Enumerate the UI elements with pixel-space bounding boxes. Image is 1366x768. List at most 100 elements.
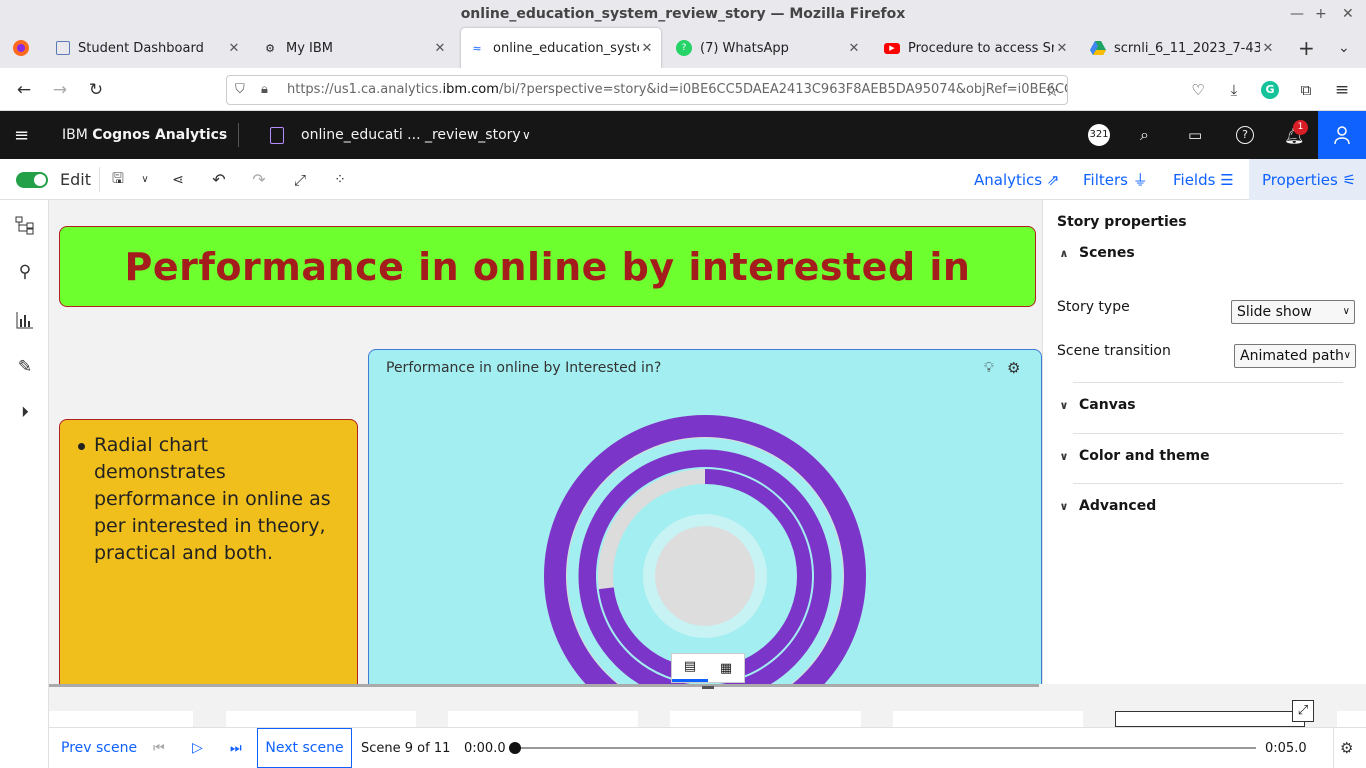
properties-panel: Story properties ∧ Scenes Story type Slid…	[1042, 200, 1366, 684]
story-canvas[interactable]: Performance in online by interested in R…	[49, 200, 1042, 684]
timeline-track[interactable]	[515, 747, 1256, 749]
close-window-icon[interactable]: ✕	[1342, 0, 1354, 28]
list-tabs-icon[interactable]: ⌄	[1330, 28, 1360, 68]
lock-icon[interactable]: 🔒︎	[261, 76, 268, 104]
next-scene-button[interactable]: Next scene	[257, 728, 352, 768]
timeline-scrubber[interactable]	[509, 742, 521, 754]
properties-button[interactable]: Properties ⚟	[1249, 159, 1366, 200]
tab-online-education[interactable]: ≈ online_education_system_r ✕	[461, 28, 661, 68]
chart-view-icon[interactable]: ▤	[672, 654, 708, 682]
new-tab-icon[interactable]: +	[1290, 28, 1320, 68]
resize-handle[interactable]	[702, 686, 714, 689]
tab-procedure[interactable]: ▶ Procedure to access Smart ✕	[876, 28, 1076, 68]
close-tab-icon[interactable]: ✕	[1260, 41, 1276, 56]
chevron-down-icon[interactable]: ∨	[522, 111, 531, 159]
user-count-badge[interactable]: 321	[1088, 111, 1110, 159]
tab-my-ibm[interactable]: ⚙ My IBM ✕	[254, 28, 454, 68]
close-tab-icon[interactable]: ✕	[846, 41, 862, 56]
notification-bell-icon[interactable]: 🔔︎	[1284, 111, 1304, 159]
filters-button[interactable]: Filters ⏚	[1083, 159, 1148, 200]
table-view-icon[interactable]: ▦	[708, 654, 744, 682]
grammarly-icon[interactable]: G	[1258, 78, 1282, 102]
scene-transition-value: Animated path	[1240, 348, 1344, 364]
scene-transition-label: Scene transition	[1057, 343, 1171, 359]
color-theme-section-header[interactable]: ∨ Color and theme	[1057, 448, 1210, 464]
reload-icon[interactable]: ↻	[84, 78, 108, 102]
media-icon[interactable]: ⏵	[12, 399, 38, 425]
chat-icon[interactable]: ▭	[1188, 111, 1202, 159]
google-drive-icon	[1090, 40, 1106, 56]
scene-thumbnail[interactable]	[226, 711, 416, 727]
url-bar[interactable]: ⛉ 🔒︎ https://us1.ca.analytics.ibm.com/bi…	[226, 75, 1068, 105]
close-tab-icon[interactable]: ✕	[1054, 41, 1070, 56]
divider	[1073, 382, 1343, 383]
scene-timeline-strip[interactable]: ⤢	[49, 684, 1366, 727]
fullscreen-icon[interactable]: ⤢	[291, 159, 309, 200]
visualizations-icon[interactable]	[12, 307, 38, 333]
firefox-menu-icon[interactable]	[4, 28, 40, 68]
tab-student-dashboard[interactable]: Student Dashboard ✕	[48, 28, 248, 68]
back-icon[interactable]: ←	[12, 78, 36, 102]
play-icon[interactable]: ▷	[192, 728, 203, 768]
bookmark-star-icon[interactable]: ☆	[1040, 78, 1064, 102]
sliders-icon: ⚟	[1342, 170, 1357, 189]
shield-icon[interactable]: ⛉	[235, 76, 245, 104]
navigation-path-icon[interactable]: ⁘	[331, 159, 349, 200]
horizontal-scrollbar[interactable]	[49, 684, 1039, 687]
minimize-icon[interactable]: —	[1290, 0, 1304, 28]
maximize-icon[interactable]: +	[1315, 0, 1327, 28]
story-type-select[interactable]: Slide show ∨	[1231, 300, 1355, 324]
close-tab-icon[interactable]: ✕	[639, 41, 655, 56]
radial-chart-widget[interactable]: Performance in online by Interested in? …	[368, 349, 1042, 684]
widgets-icon[interactable]: ✎	[12, 354, 38, 380]
fields-button[interactable]: Fields ☰	[1173, 159, 1234, 200]
edit-toggle[interactable]	[16, 159, 48, 200]
prev-scene-button[interactable]: Prev scene	[61, 728, 137, 768]
ibm-icon: ⚙	[265, 41, 275, 55]
left-rail: ⚲ ✎ ⏵	[0, 200, 49, 768]
playback-settings-icon[interactable]: ⚙	[1340, 728, 1353, 768]
canvas-section-header[interactable]: ∨ Canvas	[1057, 397, 1136, 413]
help-icon[interactable]: ?	[1236, 111, 1254, 159]
scene-thumbnail-active[interactable]	[1115, 711, 1305, 727]
save-chevron-icon[interactable]: ∨	[138, 159, 152, 200]
tab-scrnli[interactable]: scrnli_6_11_2023_7-43-00 P ✕	[1082, 28, 1282, 68]
scene-thumbnail[interactable]	[1337, 711, 1366, 727]
scenes-section-header[interactable]: ∧ Scenes	[1057, 245, 1135, 261]
panel-heading: Story properties	[1057, 214, 1187, 230]
user-avatar[interactable]	[1318, 111, 1366, 159]
app-menu-icon[interactable]: ≡	[1330, 78, 1354, 102]
expand-icon[interactable]: ⤢	[1292, 700, 1314, 722]
scene-thumbnail[interactable]	[448, 711, 638, 727]
time-start: 0:00.0	[464, 740, 506, 756]
undo-icon[interactable]: ↶	[210, 159, 228, 200]
scene-transition-select[interactable]: Animated path ∨	[1234, 344, 1356, 368]
tab-whatsapp[interactable]: ? (7) WhatsApp ✕	[668, 28, 868, 68]
pin-icon[interactable]: ⚲	[12, 259, 38, 285]
skip-forward-icon[interactable]: ⏭︎	[230, 728, 242, 768]
skip-back-icon[interactable]: ⏮︎	[153, 728, 165, 768]
search-icon[interactable]: ⌕	[1140, 111, 1149, 159]
redo-icon[interactable]: ↷	[250, 159, 268, 200]
navigation-tree-icon[interactable]	[12, 212, 38, 238]
downloads-icon[interactable]: ⤓	[1222, 78, 1246, 102]
story-name[interactable]: online_educati ... _review_story	[301, 111, 521, 159]
note-textbox[interactable]: Radial chart demonstrates performance in…	[59, 419, 358, 684]
header-divider	[238, 123, 239, 147]
scene-thumbnail[interactable]	[49, 711, 193, 727]
close-tab-icon[interactable]: ✕	[432, 41, 448, 56]
scene-thumbnail[interactable]	[670, 711, 861, 727]
story-type-label: Story type	[1057, 299, 1130, 315]
scene-thumbnail[interactable]	[893, 711, 1083, 727]
share-icon[interactable]: ⋖	[169, 159, 187, 200]
extensions-icon[interactable]: ⧉	[1294, 78, 1318, 102]
hamburger-menu-icon[interactable]: ≡	[14, 111, 29, 159]
pocket-icon[interactable]: ♡	[1186, 78, 1210, 102]
close-tab-icon[interactable]: ✕	[226, 41, 242, 56]
forward-icon[interactable]: →	[48, 78, 72, 102]
header-textbox[interactable]: Performance in online by interested in	[59, 226, 1036, 307]
tab-label: scrnli_6_11_2023_7-43-00 P	[1114, 40, 1260, 56]
save-icon[interactable]: 🖫︎	[110, 159, 126, 200]
advanced-section-header[interactable]: ∨ Advanced	[1057, 498, 1157, 514]
analytics-button[interactable]: Analytics ⇗	[974, 159, 1059, 200]
